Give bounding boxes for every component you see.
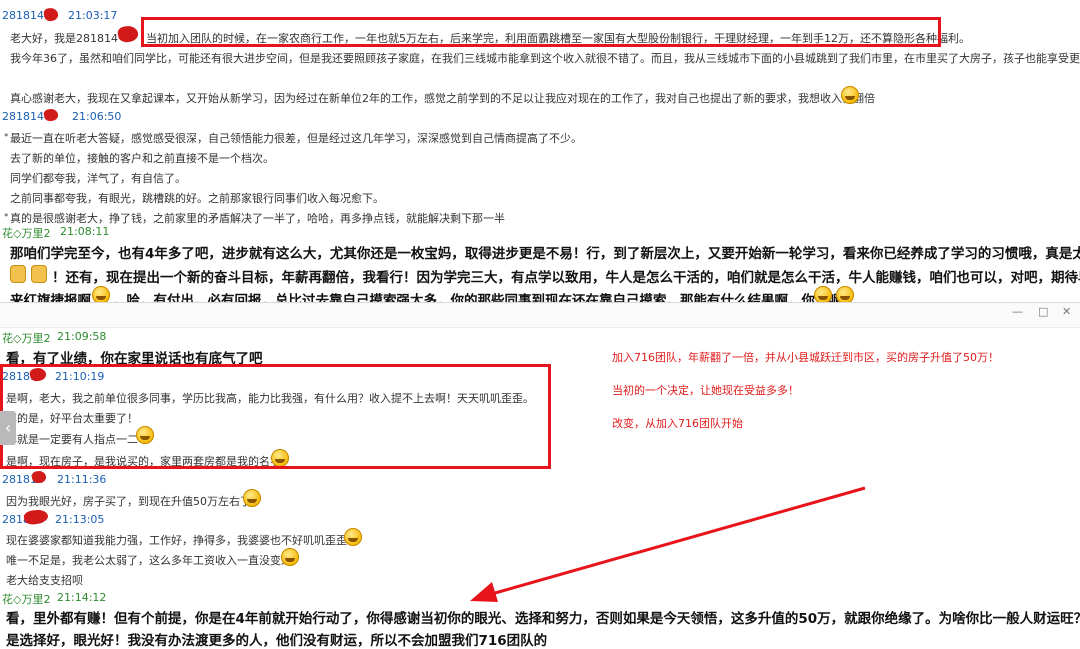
sender-name[interactable]: 花◇万里2: [2, 225, 50, 241]
minimize-button[interactable]: —: [1012, 305, 1023, 318]
message-text: 真的是很感谢老大，挣了钱，之前家里的矛盾解决了一半了，哈哈，再多挣点钱，就能解决…: [10, 212, 505, 225]
annotation-text: 改变，从加入716团队开始: [612, 417, 743, 430]
sender-name[interactable]: 281814: [2, 9, 44, 22]
sender-name[interactable]: 花◇万里2: [2, 330, 50, 346]
sender-name[interactable]: 281814: [2, 110, 44, 123]
message-text: 是选择好，眼光好！我没有办法渡更多的人，他们没有财运，所以不会加盟我们716团队…: [6, 633, 548, 649]
red-arrow: [470, 486, 866, 602]
chevron-left-icon[interactable]: ‹: [0, 411, 16, 445]
message-text: 现在婆婆家都知道我能力强，工作好，挣得多，我婆婆也不好叽叽歪歪了: [6, 534, 358, 547]
clap-emoji-icon: [10, 265, 26, 283]
grin-emoji-icon: [243, 489, 261, 507]
bullet-dot: •: [3, 209, 10, 222]
message-text: ！还有，现在提出一个新的奋斗目标，年薪再翻倍，我看行！因为学完三大，有点学以致用…: [52, 270, 1080, 286]
message-text: 老大好，我是281814: [10, 32, 118, 45]
message-time: 21:13:05: [55, 513, 105, 526]
highlight-box: [0, 364, 551, 469]
maximize-button[interactable]: □: [1038, 305, 1048, 318]
annotation-text: 加入716团队，年薪翻了一倍，并从小县城跃迁到市区，买的房子升值了50万！: [612, 351, 999, 364]
sender-name[interactable]: 花◇万里2: [2, 591, 50, 607]
highlight-box: [141, 17, 941, 47]
message-time: 21:14:12: [57, 591, 107, 604]
redaction-scribble: [31, 469, 47, 485]
message-time: 21:11:36: [57, 473, 107, 486]
emoji-icon: [841, 86, 859, 104]
message-text: 最近一直在听老大答疑，感觉感受很深，自己领悟能力很差，但是经过这几年学习，深深感…: [10, 132, 582, 145]
message-text: 因为我眼光好，房子买了，到现在升值50万左右了: [6, 495, 251, 508]
window-title-bar: [0, 302, 1080, 328]
message-text: 去了新的单位，接触的客户和之前直接不是一个档次。: [10, 152, 274, 165]
redaction-scribble: [43, 107, 59, 123]
message-text: 真心感谢老大，我现在又拿起课本，又开始从新学习，因为经过在新单位2年的工作，感觉…: [10, 92, 875, 105]
redaction-scribble: [22, 508, 50, 526]
message-text: 看，里外都有赚！但有个前提，你是在4年前就开始行动了，你得感谢当初你的眼光、选择…: [6, 611, 1080, 627]
redaction-scribble: [42, 6, 60, 23]
message-time: 21:09:58: [57, 330, 107, 343]
message-time: 21:08:11: [60, 225, 110, 238]
message-text: 之前同事都夸我，有眼光，跳槽跳的好。之前那家银行同事们收入每况愈下。: [10, 192, 384, 205]
close-button[interactable]: ✕: [1062, 305, 1071, 318]
crying-emoji-icon: [344, 528, 362, 546]
thumbs-up-emoji-icon: [31, 265, 47, 283]
message-text: 我今年36了，虽然和咱们同学比，可能还有很大进步空间，但是我还要照顾孩子家庭，在…: [10, 52, 1080, 65]
crying-emoji-icon: [281, 548, 299, 566]
annotation-text: 当初的一个决定，让她现在受益多多！: [612, 384, 799, 397]
redaction-scribble: [116, 24, 140, 44]
message-text: 同学们都夸我，洋气了，有自信了。: [10, 172, 186, 185]
message-text: 唯一不足是，我老公太弱了，这么多年工资收入一直没变过: [6, 554, 292, 567]
message-time: 21:03:17: [68, 9, 118, 22]
message-text: 那咱们学完至今，也有4年多了吧，进步就有这么大，尤其你还是一枚宝妈，取得进步更是…: [10, 246, 1080, 262]
bullet-dot: •: [3, 129, 10, 142]
message-text: 老大给支支招呗: [6, 574, 83, 587]
message-time: 21:06:50: [72, 110, 122, 123]
